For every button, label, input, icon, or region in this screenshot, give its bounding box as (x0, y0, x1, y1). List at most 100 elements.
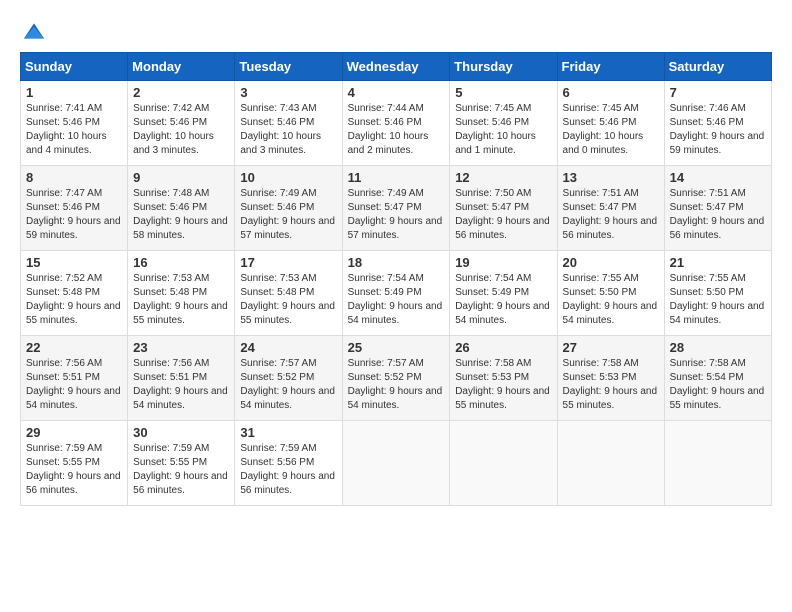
calendar-cell (557, 421, 664, 506)
day-number: 18 (348, 255, 445, 270)
calendar-cell: 25 Sunrise: 7:57 AMSunset: 5:52 PMDaylig… (342, 336, 450, 421)
day-info: Sunrise: 7:54 AMSunset: 5:49 PMDaylight:… (455, 273, 550, 326)
day-info: Sunrise: 7:59 AMSunset: 5:55 PMDaylight:… (133, 443, 228, 496)
calendar-week-2: 8 Sunrise: 7:47 AMSunset: 5:46 PMDayligh… (21, 166, 772, 251)
day-info: Sunrise: 7:45 AMSunset: 5:46 PMDaylight:… (563, 103, 644, 156)
calendar-cell: 31 Sunrise: 7:59 AMSunset: 5:56 PMDaylig… (235, 421, 342, 506)
day-info: Sunrise: 7:43 AMSunset: 5:46 PMDaylight:… (240, 103, 321, 156)
calendar-cell: 23 Sunrise: 7:56 AMSunset: 5:51 PMDaylig… (128, 336, 235, 421)
logo (20, 20, 56, 42)
calendar-header-row: SundayMondayTuesdayWednesdayThursdayFrid… (21, 53, 772, 81)
calendar-cell: 15 Sunrise: 7:52 AMSunset: 5:48 PMDaylig… (21, 251, 128, 336)
calendar-cell: 2 Sunrise: 7:42 AMSunset: 5:46 PMDayligh… (128, 81, 235, 166)
day-number: 13 (563, 170, 659, 185)
day-number: 26 (455, 340, 551, 355)
calendar-cell: 3 Sunrise: 7:43 AMSunset: 5:46 PMDayligh… (235, 81, 342, 166)
day-number: 28 (670, 340, 766, 355)
day-number: 1 (26, 85, 122, 100)
calendar-cell: 26 Sunrise: 7:58 AMSunset: 5:53 PMDaylig… (450, 336, 557, 421)
day-info: Sunrise: 7:56 AMSunset: 5:51 PMDaylight:… (133, 358, 228, 411)
day-info: Sunrise: 7:49 AMSunset: 5:46 PMDaylight:… (240, 188, 335, 241)
day-number: 23 (133, 340, 229, 355)
calendar-week-5: 29 Sunrise: 7:59 AMSunset: 5:55 PMDaylig… (21, 421, 772, 506)
day-number: 24 (240, 340, 336, 355)
day-info: Sunrise: 7:58 AMSunset: 5:53 PMDaylight:… (563, 358, 658, 411)
calendar-cell: 4 Sunrise: 7:44 AMSunset: 5:46 PMDayligh… (342, 81, 450, 166)
column-header-wednesday: Wednesday (342, 53, 450, 81)
column-header-tuesday: Tuesday (235, 53, 342, 81)
day-number: 5 (455, 85, 551, 100)
day-number: 3 (240, 85, 336, 100)
column-header-monday: Monday (128, 53, 235, 81)
calendar-week-4: 22 Sunrise: 7:56 AMSunset: 5:51 PMDaylig… (21, 336, 772, 421)
calendar-table: SundayMondayTuesdayWednesdayThursdayFrid… (20, 52, 772, 506)
calendar-cell: 28 Sunrise: 7:58 AMSunset: 5:54 PMDaylig… (664, 336, 771, 421)
calendar-cell: 14 Sunrise: 7:51 AMSunset: 5:47 PMDaylig… (664, 166, 771, 251)
calendar-cell: 16 Sunrise: 7:53 AMSunset: 5:48 PMDaylig… (128, 251, 235, 336)
day-info: Sunrise: 7:59 AMSunset: 5:55 PMDaylight:… (26, 443, 121, 496)
day-number: 29 (26, 425, 122, 440)
day-number: 9 (133, 170, 229, 185)
day-info: Sunrise: 7:42 AMSunset: 5:46 PMDaylight:… (133, 103, 214, 156)
column-header-thursday: Thursday (450, 53, 557, 81)
calendar-cell: 21 Sunrise: 7:55 AMSunset: 5:50 PMDaylig… (664, 251, 771, 336)
day-number: 30 (133, 425, 229, 440)
day-info: Sunrise: 7:57 AMSunset: 5:52 PMDaylight:… (240, 358, 335, 411)
day-info: Sunrise: 7:57 AMSunset: 5:52 PMDaylight:… (348, 358, 443, 411)
logo-icon (20, 20, 48, 42)
day-number: 22 (26, 340, 122, 355)
column-header-sunday: Sunday (21, 53, 128, 81)
calendar-week-1: 1 Sunrise: 7:41 AMSunset: 5:46 PMDayligh… (21, 81, 772, 166)
day-info: Sunrise: 7:46 AMSunset: 5:46 PMDaylight:… (670, 103, 765, 156)
day-number: 15 (26, 255, 122, 270)
calendar-cell: 1 Sunrise: 7:41 AMSunset: 5:46 PMDayligh… (21, 81, 128, 166)
calendar-cell: 18 Sunrise: 7:54 AMSunset: 5:49 PMDaylig… (342, 251, 450, 336)
day-info: Sunrise: 7:41 AMSunset: 5:46 PMDaylight:… (26, 103, 107, 156)
calendar-cell: 12 Sunrise: 7:50 AMSunset: 5:47 PMDaylig… (450, 166, 557, 251)
day-number: 7 (670, 85, 766, 100)
calendar-week-3: 15 Sunrise: 7:52 AMSunset: 5:48 PMDaylig… (21, 251, 772, 336)
calendar-cell: 10 Sunrise: 7:49 AMSunset: 5:46 PMDaylig… (235, 166, 342, 251)
calendar-cell: 11 Sunrise: 7:49 AMSunset: 5:47 PMDaylig… (342, 166, 450, 251)
calendar-cell: 9 Sunrise: 7:48 AMSunset: 5:46 PMDayligh… (128, 166, 235, 251)
calendar-cell: 7 Sunrise: 7:46 AMSunset: 5:46 PMDayligh… (664, 81, 771, 166)
calendar-cell (450, 421, 557, 506)
day-number: 21 (670, 255, 766, 270)
day-info: Sunrise: 7:51 AMSunset: 5:47 PMDaylight:… (670, 188, 765, 241)
day-number: 20 (563, 255, 659, 270)
day-number: 27 (563, 340, 659, 355)
day-number: 31 (240, 425, 336, 440)
day-info: Sunrise: 7:55 AMSunset: 5:50 PMDaylight:… (563, 273, 658, 326)
day-number: 14 (670, 170, 766, 185)
day-info: Sunrise: 7:59 AMSunset: 5:56 PMDaylight:… (240, 443, 335, 496)
day-number: 19 (455, 255, 551, 270)
calendar-cell: 24 Sunrise: 7:57 AMSunset: 5:52 PMDaylig… (235, 336, 342, 421)
day-info: Sunrise: 7:53 AMSunset: 5:48 PMDaylight:… (133, 273, 228, 326)
calendar-cell: 5 Sunrise: 7:45 AMSunset: 5:46 PMDayligh… (450, 81, 557, 166)
calendar-cell: 29 Sunrise: 7:59 AMSunset: 5:55 PMDaylig… (21, 421, 128, 506)
column-header-friday: Friday (557, 53, 664, 81)
calendar-cell: 6 Sunrise: 7:45 AMSunset: 5:46 PMDayligh… (557, 81, 664, 166)
day-number: 6 (563, 85, 659, 100)
day-info: Sunrise: 7:50 AMSunset: 5:47 PMDaylight:… (455, 188, 550, 241)
day-number: 16 (133, 255, 229, 270)
day-info: Sunrise: 7:52 AMSunset: 5:48 PMDaylight:… (26, 273, 121, 326)
calendar-cell (664, 421, 771, 506)
day-info: Sunrise: 7:51 AMSunset: 5:47 PMDaylight:… (563, 188, 658, 241)
day-number: 11 (348, 170, 445, 185)
calendar-cell: 22 Sunrise: 7:56 AMSunset: 5:51 PMDaylig… (21, 336, 128, 421)
day-info: Sunrise: 7:44 AMSunset: 5:46 PMDaylight:… (348, 103, 429, 156)
day-info: Sunrise: 7:56 AMSunset: 5:51 PMDaylight:… (26, 358, 121, 411)
day-number: 10 (240, 170, 336, 185)
day-info: Sunrise: 7:58 AMSunset: 5:54 PMDaylight:… (670, 358, 765, 411)
day-info: Sunrise: 7:58 AMSunset: 5:53 PMDaylight:… (455, 358, 550, 411)
page-header (20, 20, 772, 42)
calendar-cell: 13 Sunrise: 7:51 AMSunset: 5:47 PMDaylig… (557, 166, 664, 251)
day-info: Sunrise: 7:49 AMSunset: 5:47 PMDaylight:… (348, 188, 443, 241)
day-info: Sunrise: 7:54 AMSunset: 5:49 PMDaylight:… (348, 273, 443, 326)
day-info: Sunrise: 7:55 AMSunset: 5:50 PMDaylight:… (670, 273, 765, 326)
calendar-cell: 8 Sunrise: 7:47 AMSunset: 5:46 PMDayligh… (21, 166, 128, 251)
day-number: 12 (455, 170, 551, 185)
calendar-cell (342, 421, 450, 506)
calendar-cell: 30 Sunrise: 7:59 AMSunset: 5:55 PMDaylig… (128, 421, 235, 506)
